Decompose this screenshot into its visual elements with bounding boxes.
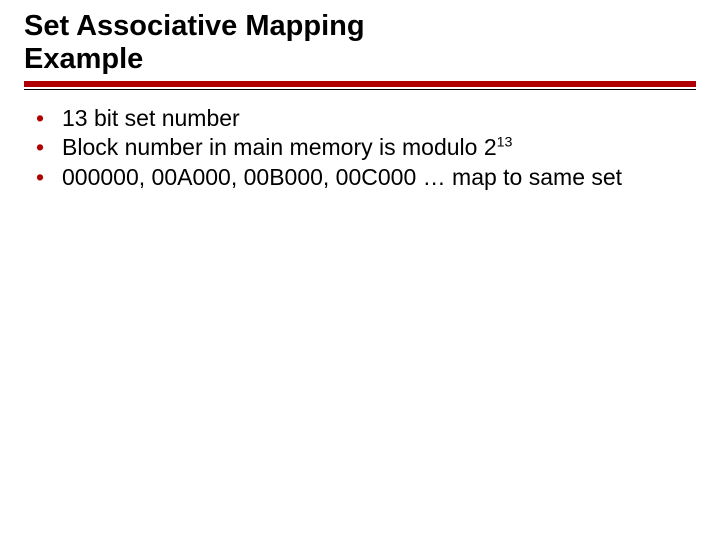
title-line-2: Example (24, 43, 143, 75)
title-line-1: Set Associative Mapping (24, 10, 365, 42)
list-item: 000000, 00A000, 00B000, 00C000 … map to … (36, 163, 696, 192)
slide: Set Associative Mapping Example 13 bit s… (0, 0, 720, 540)
bullet-text: 13 bit set number (62, 105, 240, 131)
title-rule-thick (24, 81, 696, 87)
bullet-text: Block number in main memory is modulo 2 (62, 134, 497, 160)
slide-title: Set Associative Mapping Example (24, 10, 696, 77)
bullet-text: 000000, 00A000, 00B000, 00C000 … map to … (62, 164, 622, 190)
title-rule-thin (24, 89, 696, 90)
bullet-list: 13 bit set number Block number in main m… (24, 104, 696, 192)
list-item: Block number in main memory is modulo 21… (36, 133, 696, 162)
bullet-sup: 13 (497, 134, 513, 150)
list-item: 13 bit set number (36, 104, 696, 133)
